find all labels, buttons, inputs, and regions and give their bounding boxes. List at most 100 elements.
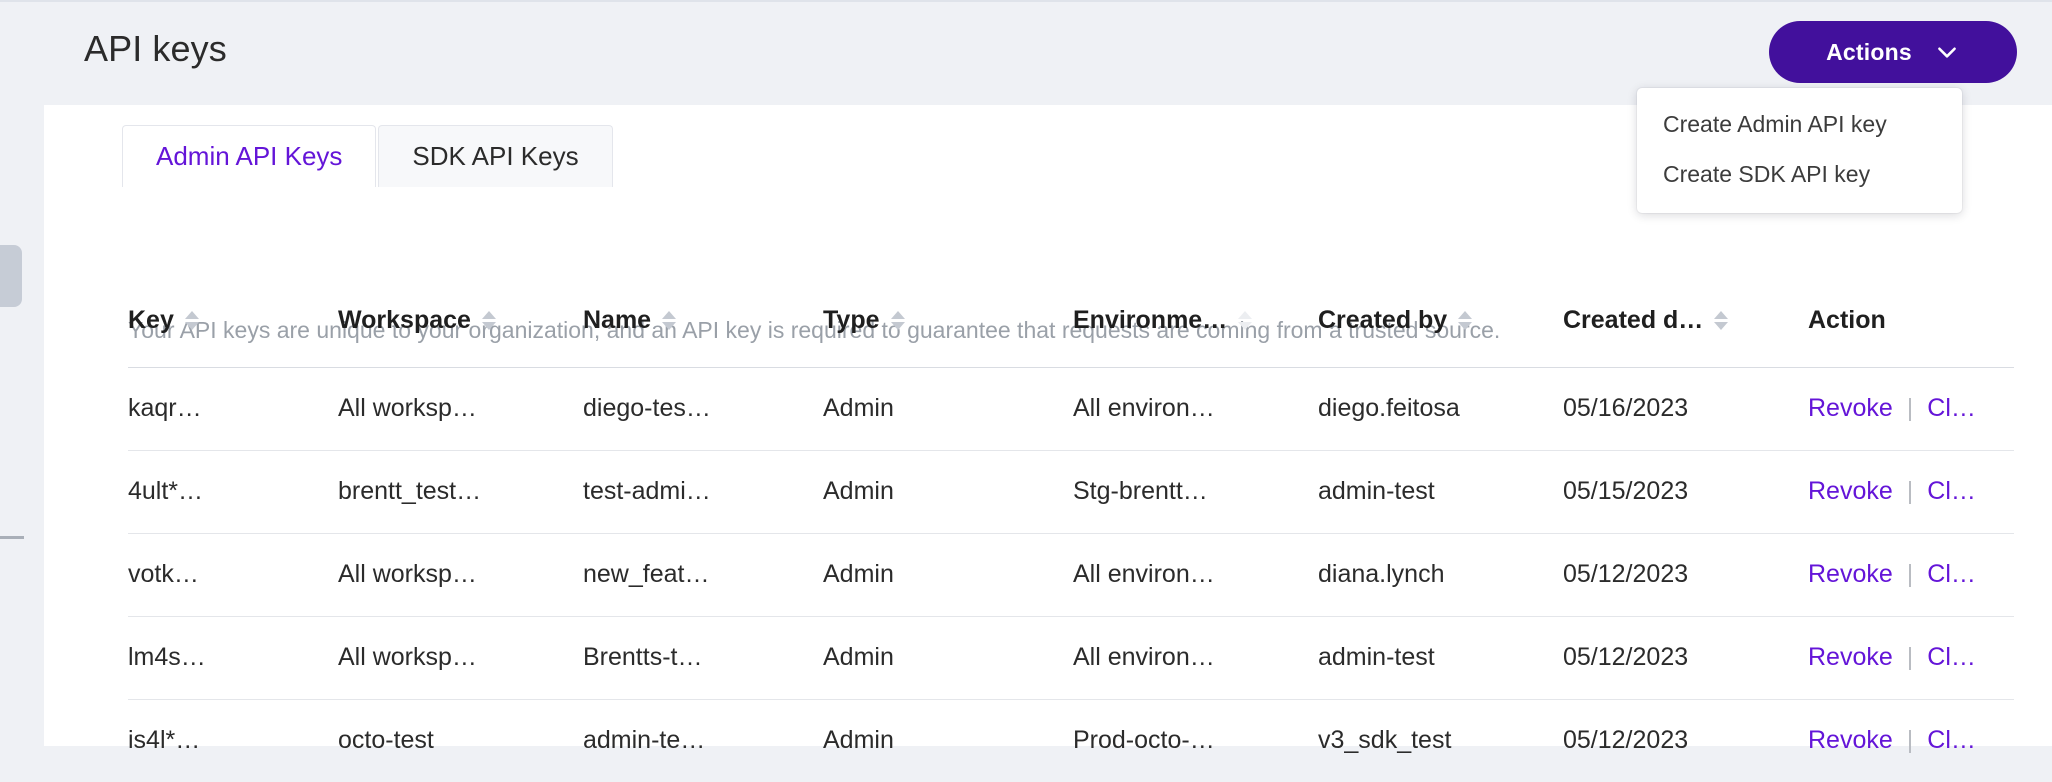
cell-key: kaqr… xyxy=(128,367,338,450)
revoke-link[interactable]: Revoke xyxy=(1808,394,1893,423)
cell-name: admin-te… xyxy=(583,699,823,782)
cell-type: Admin xyxy=(823,533,1073,616)
column-header-action-label: Action xyxy=(1808,306,1886,335)
column-header-key-label: Key xyxy=(128,306,174,335)
sort-icon[interactable] xyxy=(891,311,905,330)
cell-type: Admin xyxy=(823,699,1073,782)
clone-link[interactable]: Cl… xyxy=(1927,477,1976,506)
column-header-created-date[interactable]: Created d… xyxy=(1563,275,1808,367)
cell-type: Admin xyxy=(823,367,1073,450)
cell-action: Revoke | Cl… xyxy=(1808,367,2014,450)
actions-button-label: Actions xyxy=(1826,39,1912,66)
table-row[interactable]: is4l*… octo-test admin-te… Admin Prod-oc… xyxy=(128,699,2014,782)
clone-link[interactable]: Cl… xyxy=(1927,643,1976,672)
cell-workspace: All worksp… xyxy=(338,367,583,450)
page-title: API keys xyxy=(84,28,227,70)
action-separator: | xyxy=(1907,726,1914,755)
api-keys-page: API keys Actions Create Admin API key Cr… xyxy=(0,0,2052,746)
actions-dropdown-menu: Create Admin API key Create SDK API key xyxy=(1637,88,1962,213)
cell-environment: Prod-octo-… xyxy=(1073,699,1318,782)
tab-admin-api-keys-label: Admin API Keys xyxy=(156,141,342,172)
cell-created-date: 05/16/2023 xyxy=(1563,367,1808,450)
column-header-created-by[interactable]: Created by xyxy=(1318,275,1563,367)
clone-link[interactable]: Cl… xyxy=(1927,560,1976,589)
table-row[interactable]: votk… All worksp… new_feat… Admin All en… xyxy=(128,533,2014,616)
left-rail xyxy=(0,2,44,746)
revoke-link[interactable]: Revoke xyxy=(1808,560,1893,589)
sort-icon[interactable] xyxy=(1238,311,1252,330)
table-body: kaqr… All worksp… diego-tes… Admin All e… xyxy=(128,367,2014,782)
action-separator: | xyxy=(1907,560,1914,589)
sidebar-scroll-thumb[interactable] xyxy=(0,245,22,307)
sort-icon[interactable] xyxy=(482,311,496,330)
cell-type: Admin xyxy=(823,616,1073,699)
cell-created-by: admin-test xyxy=(1318,616,1563,699)
action-separator: | xyxy=(1907,643,1914,672)
cell-created-by: v3_sdk_test xyxy=(1318,699,1563,782)
cell-action: Revoke | Cl… xyxy=(1808,616,2014,699)
clone-link[interactable]: Cl… xyxy=(1927,726,1976,755)
revoke-link[interactable]: Revoke xyxy=(1808,726,1893,755)
cell-name: Brentts-t… xyxy=(583,616,823,699)
cell-type: Admin xyxy=(823,450,1073,533)
table-row[interactable]: 4ult*… brentt_test… test-admi… Admin Stg… xyxy=(128,450,2014,533)
column-header-workspace-label: Workspace xyxy=(338,306,471,335)
tab-list: Admin API Keys SDK API Keys xyxy=(122,123,613,187)
cell-action: Revoke | Cl… xyxy=(1808,533,2014,616)
cell-key: 4ult*… xyxy=(128,450,338,533)
cell-environment: All environ… xyxy=(1073,367,1318,450)
cell-action: Revoke | Cl… xyxy=(1808,699,2014,782)
column-header-created-date-label: Created d… xyxy=(1563,306,1703,335)
tab-admin-api-keys[interactable]: Admin API Keys xyxy=(122,125,376,187)
column-header-environment[interactable]: Environme… xyxy=(1073,275,1318,367)
cell-action: Revoke | Cl… xyxy=(1808,450,2014,533)
column-header-type[interactable]: Type xyxy=(823,275,1073,367)
table-header: Key Workspace Name xyxy=(128,275,2014,367)
cell-key: is4l*… xyxy=(128,699,338,782)
cell-environment: Stg-brentt… xyxy=(1073,450,1318,533)
table-header-row: Key Workspace Name xyxy=(128,275,2014,367)
api-keys-table-wrapper: Key Workspace Name xyxy=(128,275,2014,782)
sort-icon[interactable] xyxy=(662,311,676,330)
cell-created-by: diana.lynch xyxy=(1318,533,1563,616)
revoke-link[interactable]: Revoke xyxy=(1808,643,1893,672)
clone-link[interactable]: Cl… xyxy=(1927,394,1976,423)
cell-key: lm4s… xyxy=(128,616,338,699)
cell-created-date: 05/12/2023 xyxy=(1563,616,1808,699)
column-header-created-by-label: Created by xyxy=(1318,306,1447,335)
action-separator: | xyxy=(1907,394,1914,423)
menu-item-create-admin-api-key[interactable]: Create Admin API key xyxy=(1637,100,1962,150)
cell-workspace: All worksp… xyxy=(338,533,583,616)
action-separator: | xyxy=(1907,477,1914,506)
actions-button[interactable]: Actions xyxy=(1769,21,2017,83)
table-row[interactable]: lm4s… All worksp… Brentts-t… Admin All e… xyxy=(128,616,2014,699)
column-header-name-label: Name xyxy=(583,306,651,335)
menu-item-create-sdk-api-key[interactable]: Create SDK API key xyxy=(1637,150,1962,200)
rail-divider xyxy=(0,536,24,539)
cell-created-date: 05/12/2023 xyxy=(1563,699,1808,782)
sort-icon[interactable] xyxy=(185,311,199,330)
column-header-workspace[interactable]: Workspace xyxy=(338,275,583,367)
table-row[interactable]: kaqr… All worksp… diego-tes… Admin All e… xyxy=(128,367,2014,450)
cell-environment: All environ… xyxy=(1073,616,1318,699)
cell-name: new_feat… xyxy=(583,533,823,616)
column-header-key[interactable]: Key xyxy=(128,275,338,367)
column-header-action: Action xyxy=(1808,275,2014,367)
revoke-link[interactable]: Revoke xyxy=(1808,477,1893,506)
cell-key: votk… xyxy=(128,533,338,616)
cell-name: diego-tes… xyxy=(583,367,823,450)
cell-workspace: octo-test xyxy=(338,699,583,782)
sort-icon[interactable] xyxy=(1714,311,1728,330)
column-header-name[interactable]: Name xyxy=(583,275,823,367)
cell-environment: All environ… xyxy=(1073,533,1318,616)
cell-created-date: 05/12/2023 xyxy=(1563,533,1808,616)
column-header-type-label: Type xyxy=(823,306,880,335)
cell-workspace: brentt_test… xyxy=(338,450,583,533)
cell-created-date: 05/15/2023 xyxy=(1563,450,1808,533)
column-header-environment-label: Environme… xyxy=(1073,306,1227,335)
sort-icon[interactable] xyxy=(1458,311,1472,330)
cell-created-by: diego.feitosa xyxy=(1318,367,1563,450)
cell-name: test-admi… xyxy=(583,450,823,533)
tab-sdk-api-keys-label: SDK API Keys xyxy=(412,141,578,172)
tab-sdk-api-keys[interactable]: SDK API Keys xyxy=(378,125,612,187)
